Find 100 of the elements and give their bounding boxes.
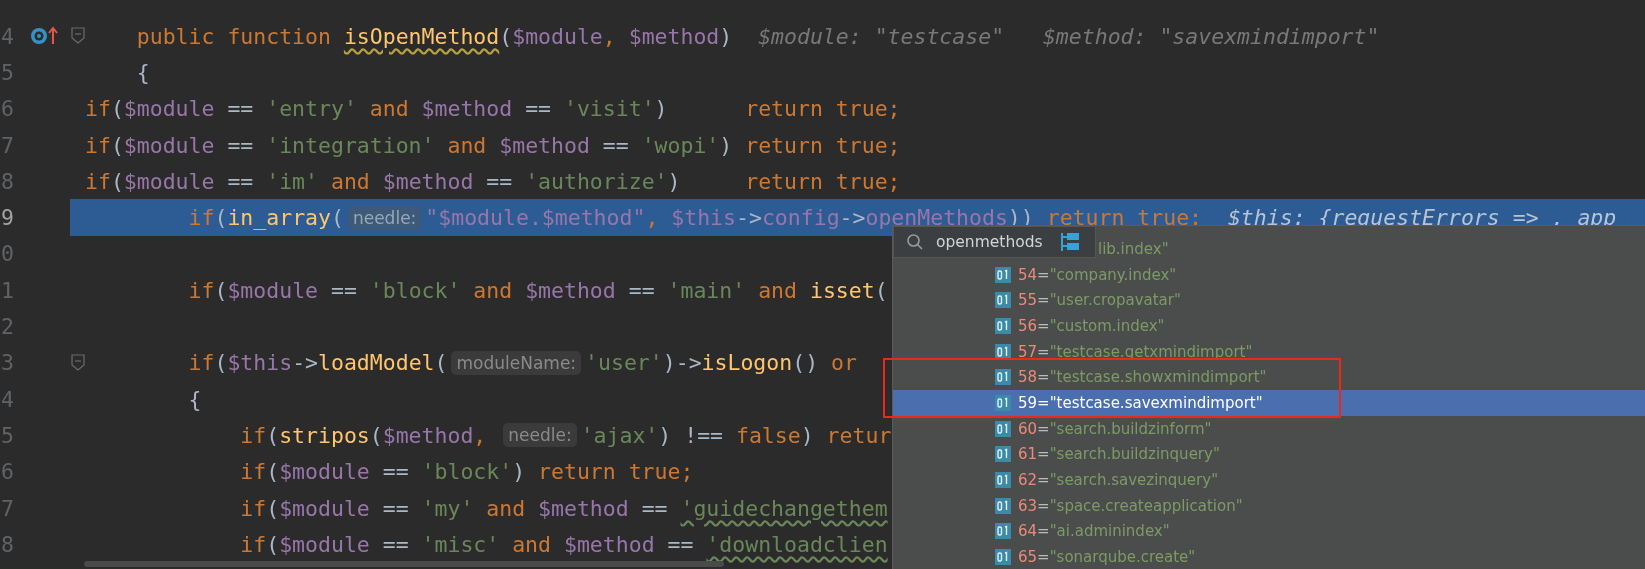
code-text: ( <box>369 422 383 448</box>
code-string: 'integration' <box>266 132 435 158</box>
code-text: == <box>524 96 553 122</box>
scrollbar-thumb[interactable] <box>84 561 724 567</box>
array-item[interactable]: 57="testcase.getxmindimport" <box>893 338 1645 365</box>
code-keyword: , <box>645 205 660 231</box>
array-item[interactable]: 63="space.createapplication" <box>893 492 1645 519</box>
code-keyword: and <box>472 277 514 303</box>
code-variable: $module <box>279 495 370 521</box>
code-keyword: if <box>187 205 215 231</box>
code-text: ) <box>800 422 815 448</box>
value-icon <box>995 394 1011 411</box>
value-icon <box>995 317 1011 334</box>
parameter-hint: needle: <box>503 423 577 448</box>
code-string: 'im' <box>266 168 318 194</box>
code-text: )-> <box>662 350 702 376</box>
parameter-hint: moduleName: <box>451 350 582 375</box>
code-text: == <box>226 96 255 122</box>
code-variable: config <box>761 205 840 231</box>
value-icon <box>995 549 1011 566</box>
code-variable: $method <box>421 96 513 122</box>
code-string: 'entry' <box>266 96 357 122</box>
value-icon <box>995 369 1011 386</box>
code-string: 'authorize' <box>525 168 668 194</box>
code-variable: $module <box>123 132 215 158</box>
array-item[interactable]: 64="ai.adminindex" <box>893 518 1645 545</box>
fold-icon[interactable] <box>70 353 85 372</box>
code-function: in_array <box>227 205 331 231</box>
code-keyword: if <box>239 422 267 448</box>
code-text: ( <box>110 132 124 158</box>
code-string: 'guidechangethem <box>680 495 888 521</box>
code-text: == <box>485 168 514 194</box>
code-keyword: if <box>187 277 215 303</box>
array-item[interactable]: 65="sonarqube.create" <box>893 544 1645 569</box>
array-item[interactable]: 55="user.cropavatar" <box>893 287 1645 314</box>
code-function: stripos <box>279 422 370 448</box>
code-text: ( <box>434 350 448 376</box>
fold-icon[interactable] <box>70 27 85 46</box>
code-variable: $module <box>279 531 370 557</box>
code-function: isOpenMethod <box>343 23 500 49</box>
code-text: ( <box>330 205 344 231</box>
code-text: == <box>601 132 630 158</box>
line-number: 7 <box>0 495 14 521</box>
code-keyword: and <box>446 132 488 158</box>
code-text: -> <box>839 205 866 231</box>
code-variable: $method <box>382 422 474 448</box>
debug-value: $module: "testcase" $method: "savexmindimport" <box>757 23 1380 49</box>
array-item[interactable]: 59="testcase.savexmindimport" <box>893 390 1645 416</box>
code-keyword: public function <box>135 23 332 49</box>
code-string: 'downloadclien <box>706 531 888 557</box>
code-keyword: if <box>239 459 267 485</box>
code-text: { <box>187 386 202 412</box>
array-item[interactable]: 56="custom.index" <box>893 313 1645 339</box>
code-keyword: and <box>329 168 371 194</box>
value-icon <box>995 266 1011 283</box>
code-text: ) <box>719 132 734 158</box>
code-variable: $method <box>499 132 590 158</box>
code-text: == <box>329 277 358 303</box>
search-icon <box>906 233 924 251</box>
code-keyword: and <box>757 277 798 303</box>
code-keyword: retur <box>826 422 892 448</box>
line-number: 5 <box>0 422 14 448</box>
code-string: 'block' <box>421 459 513 485</box>
code-variable: $method <box>382 168 474 194</box>
code-keyword: false <box>736 422 801 448</box>
code-text: ( <box>110 168 124 194</box>
array-item[interactable]: 62="search.savezinquery" <box>893 467 1645 493</box>
line-number: 1 <box>0 277 14 303</box>
parameter-hint: needle: <box>347 205 422 230</box>
line-number: 8 <box>0 168 14 194</box>
code-text: ) <box>654 96 669 122</box>
code-text: == <box>226 168 255 194</box>
search-field[interactable]: openmethods <box>893 226 1096 258</box>
code-text: ) !== <box>658 422 725 448</box>
line-number: 6 <box>0 96 14 122</box>
code-variable: $module <box>512 23 603 49</box>
code-text: ( <box>499 23 513 49</box>
array-item[interactable]: 60="search.buildzinform" <box>893 415 1645 442</box>
code-text: ) <box>667 168 682 194</box>
code-variable: $method <box>538 495 629 521</box>
code-keyword: if <box>239 531 267 557</box>
code-keyword: if <box>85 96 111 122</box>
code-text: -> <box>292 350 319 376</box>
hierarchy-icon[interactable] <box>1058 231 1081 253</box>
code-text: ( <box>214 277 228 303</box>
line-number: 5 <box>0 59 14 85</box>
code-variable: $this <box>227 350 293 376</box>
code-text: ( <box>266 495 280 521</box>
code-variable: $method <box>628 23 720 49</box>
value-icon <box>995 446 1011 463</box>
code-text: == <box>640 495 669 521</box>
array-item[interactable]: 54="company.index" <box>893 261 1645 288</box>
line-number: 2 <box>0 314 14 339</box>
array-item[interactable]: 61="search.buildzinquery" <box>893 441 1645 468</box>
code-text: ( <box>874 277 888 303</box>
value-text: lib.index" <box>1098 239 1169 258</box>
array-item[interactable]: 58="testcase.showxmindimport" <box>893 364 1645 391</box>
line-number: 0 <box>0 241 14 267</box>
line-number: 8 <box>0 531 14 557</box>
code-keyword: , <box>473 422 488 448</box>
